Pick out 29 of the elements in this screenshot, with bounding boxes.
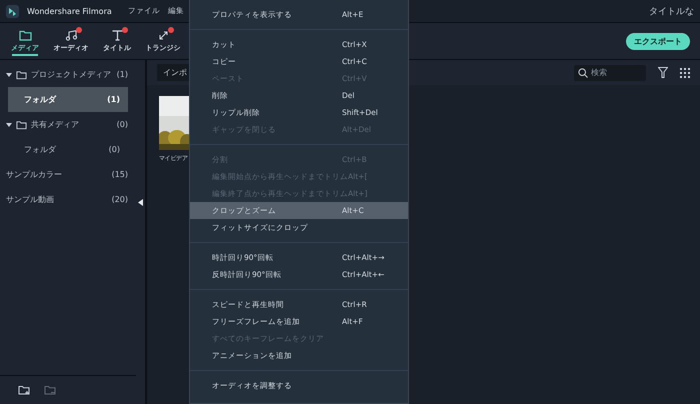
search-field[interactable]: 検索 [574, 64, 646, 80]
new-folder-icon[interactable] [18, 385, 30, 395]
music-note-icon [64, 30, 78, 40]
folder-icon [16, 70, 27, 80]
folder-icon [18, 30, 32, 40]
notification-dot [168, 27, 174, 33]
search-icon [578, 68, 588, 78]
text-t-icon [110, 30, 124, 40]
sidebar-item[interactable]: プロジェクトメディア (1) [0, 62, 136, 87]
app-title: Wondershare Filmora [27, 6, 112, 16]
filter-icon[interactable] [658, 67, 668, 78]
sidebar-item[interactable]: サンプルカラー (15) [0, 162, 136, 187]
folder-icon [16, 120, 27, 130]
notification-dot [122, 27, 128, 33]
sidebar-item[interactable]: フォルダ (0) [8, 137, 128, 162]
collapse-arrow-icon[interactable] [138, 198, 143, 206]
sidebar-item[interactable]: サンプル動画 (20) [0, 187, 136, 212]
expand-caret-icon[interactable] [6, 122, 12, 128]
sidebar-item[interactable]: 共有メディア (0) [0, 112, 136, 137]
remove-folder-icon[interactable] [44, 385, 56, 395]
grid-view-icon[interactable] [680, 68, 690, 78]
app-logo-icon [6, 4, 19, 18]
transition-arrows-icon [156, 30, 170, 40]
project-title: タイトルな [649, 6, 694, 18]
export-button[interactable]: エクスポート [626, 32, 690, 50]
expand-caret-icon[interactable] [6, 72, 12, 78]
sidebar-item[interactable]: フォルダ (1) [8, 87, 128, 112]
notification-dot [76, 27, 82, 33]
search-input[interactable]: 検索 [591, 68, 641, 77]
